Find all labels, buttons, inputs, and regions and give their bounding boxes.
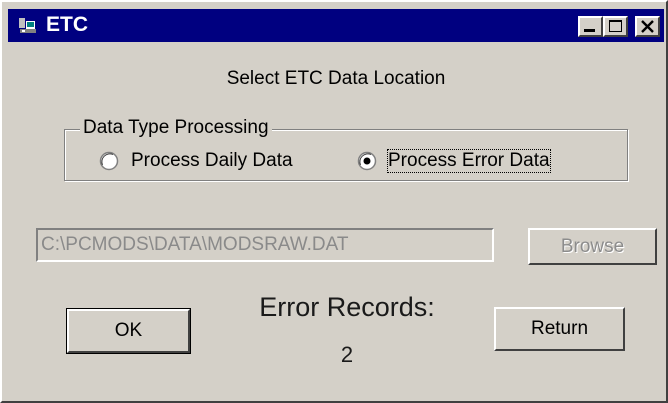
- error-records-label: Error Records:: [259, 292, 435, 322]
- etc-window: ETC Select ETC Data Location Data Type P…: [0, 0, 668, 403]
- radio-process-error[interactable]: Process Error Data: [357, 149, 577, 173]
- data-path-value: C:\PCMODS\DATA\MODSRAW.DAT: [41, 234, 349, 255]
- radio-label-daily: Process Daily Data: [131, 150, 293, 171]
- radio-checked-icon: [357, 151, 377, 171]
- error-records-count: 2: [340, 342, 354, 367]
- data-path-field[interactable]: C:\PCMODS\DATA\MODSRAW.DAT: [36, 228, 494, 262]
- title-bar[interactable]: ETC: [8, 9, 664, 42]
- close-button[interactable]: [635, 16, 660, 37]
- radio-unchecked-icon: [99, 151, 119, 171]
- minimize-icon: [584, 29, 595, 32]
- radio-process-daily[interactable]: Process Daily Data: [99, 150, 329, 172]
- window-title: ETC: [46, 13, 88, 36]
- ok-button[interactable]: OK: [66, 308, 191, 354]
- close-icon: [641, 20, 654, 33]
- maximize-icon: [609, 20, 622, 32]
- minimize-button[interactable]: [578, 16, 603, 37]
- browse-button[interactable]: Browse: [528, 228, 657, 265]
- return-button[interactable]: Return: [494, 307, 625, 351]
- group-legend: Data Type Processing: [80, 117, 272, 139]
- heading: Select ETC Data Location: [226, 68, 446, 89]
- app-icon[interactable]: [17, 16, 39, 36]
- maximize-button[interactable]: [603, 16, 628, 37]
- radio-label-error: Process Error Data: [387, 149, 551, 173]
